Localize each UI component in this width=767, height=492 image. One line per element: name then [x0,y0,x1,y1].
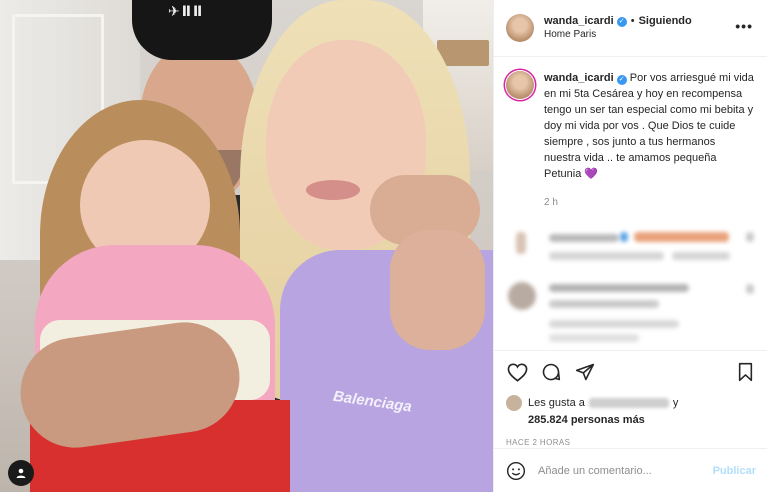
caption-text: wanda_icardi ✓ Por vos arriesgué mi vida … [544,71,754,183]
user-tag-button[interactable] [8,460,34,486]
blurred-comment [672,251,730,260]
blurred-like [746,283,754,294]
likes-prefix: Les gusta a [528,397,585,409]
caption-body: Por vos arriesgué mi vida en mi 5ta Cesá… [544,72,754,180]
blurred-comment [549,319,679,328]
post-photo[interactable]: ✈ⅡⅡ Balenciaga [0,0,493,492]
emoji-icon[interactable] [506,461,526,481]
likes-line: Les gusta a y [506,395,756,411]
blurred-like [746,231,754,242]
header-text: wanda_icardi ✓ • Siguiendo Home Paris [544,15,692,41]
photo-cap-logo: ✈ⅡⅡ [168,4,205,20]
publish-button[interactable]: Publicar [713,465,756,477]
blurred-comment [549,333,639,342]
caption-time: 2 h [544,196,558,208]
blurred-comment [549,299,659,308]
blurred-comment [634,231,729,242]
post-sidebar: wanda_icardi ✓ • Siguiendo Home Paris ••… [493,0,767,492]
header-username[interactable]: wanda_icardi [544,15,614,29]
separator-dot: • [630,14,635,27]
heart-icon[interactable] [506,361,528,383]
post-actions: Les gusta a y 285.824 personas más HACE … [494,350,767,447]
user-tag-icon [16,468,26,478]
post-timestamp[interactable]: HACE 2 HORAS [506,438,756,447]
bookmark-icon[interactable] [734,361,756,383]
blurred-comment [549,251,664,260]
more-icon[interactable]: ••• [735,18,753,34]
photo-woman-lips [306,180,360,200]
avatar[interactable] [506,14,534,42]
blurred-avatar [516,231,526,254]
comment-icon[interactable] [540,361,562,383]
caption-username[interactable]: wanda_icardi [544,72,614,84]
blurred-avatar [508,281,536,310]
blurred-comments [494,222,767,367]
action-icons [506,357,756,387]
caption-avatar[interactable] [506,71,534,99]
purple-heart-emoji: 💜 [584,167,599,180]
comment-box: Publicar [494,448,767,492]
blurred-liker-name[interactable] [588,398,669,408]
verified-icon: ✓ [616,75,627,85]
blurred-comment [620,231,628,242]
share-icon[interactable] [574,361,596,383]
follow-button[interactable]: Siguiendo [639,15,692,29]
likes-count[interactable]: 285.824 personas más [528,414,756,426]
photo-man-hand [390,230,485,350]
liker-avatar[interactable] [506,395,522,411]
likes-connector: y [672,397,679,409]
verified-icon: ✓ [616,16,627,27]
location-link[interactable]: Home Paris [544,29,692,42]
blurred-comment [549,283,689,292]
post-header: wanda_icardi ✓ • Siguiendo Home Paris ••… [494,0,767,57]
comment-input[interactable] [538,464,698,477]
blurred-comment [549,233,619,242]
caption: wanda_icardi ✓ Por vos arriesgué mi vida … [494,57,767,183]
